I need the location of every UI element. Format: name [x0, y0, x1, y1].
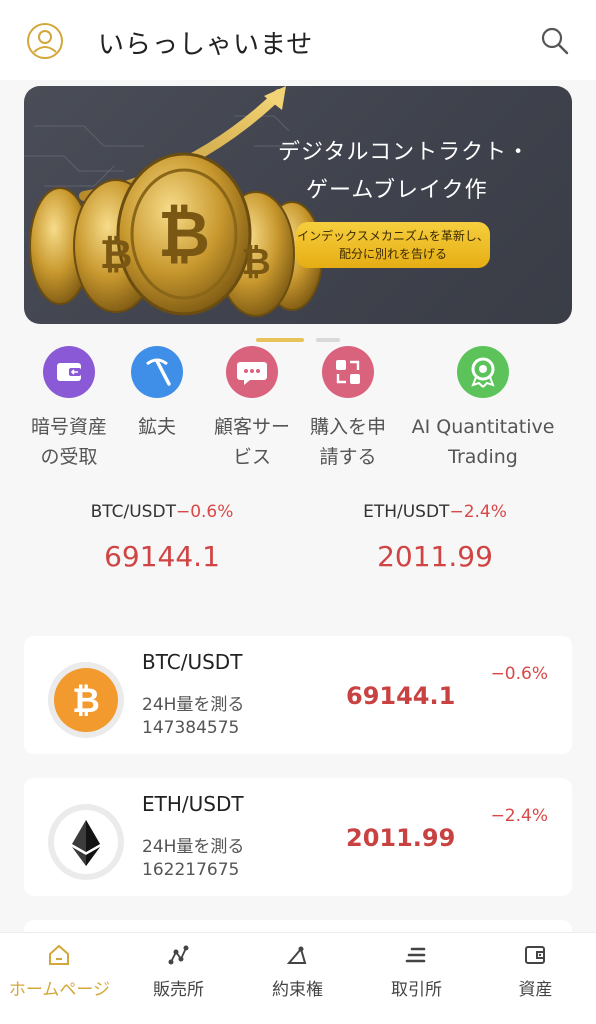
market-price: 2011.99 [346, 824, 456, 852]
svg-text:₿: ₿ [100, 233, 133, 277]
list-icon [405, 947, 426, 963]
bitcoin-icon: ₿ [48, 662, 124, 738]
ticker-change: −0.6% [175, 502, 234, 522]
ticker-price: 2011.99 [377, 540, 493, 573]
user-circle-icon[interactable] [26, 22, 64, 60]
quick-action-miner[interactable]: 鉱夫 [122, 346, 192, 442]
market-card-eth[interactable]: ETH/USDT 24H量を測る 162217675 2011.99 −2.4% [24, 778, 572, 896]
market-change: −0.6% [490, 664, 548, 684]
svg-text:₿: ₿ [72, 682, 100, 720]
greeting-title: いらっしゃいませ [98, 30, 314, 60]
banner-tagline: インデックスメカニズムを革新し、 配分に別れを告げる [296, 222, 490, 268]
tab-assets[interactable]: 資産 [476, 933, 595, 1024]
chat-bubble-icon [226, 346, 278, 398]
tab-sales[interactable]: 販売所 [119, 933, 238, 1024]
promo-banner[interactable]: ₿ ₿ ₿ [24, 86, 572, 324]
market-card-btc[interactable]: ₿ BTC/USDT 24H量を測る 147384575 69144.1 −0.… [24, 636, 572, 754]
ticker-pair: ETH/USDT [363, 502, 450, 522]
robot-badge-icon [457, 346, 509, 398]
ticker-price: 69144.1 [104, 540, 220, 573]
volume-value: 147384575 [142, 718, 240, 738]
bottom-tab-bar: ホームページ 販売所 約束権 取引所 資産 [0, 932, 596, 1024]
home-icon [49, 944, 69, 965]
market-pair: ETH/USDT [142, 792, 244, 816]
home-page: いらっしゃいませ ₿ ₿ ₿ デジタルコントラクト・ ゲームブレイク作 インデッ… [0, 0, 596, 1024]
quick-action-customer-service[interactable]: 顧客サー ビス [206, 346, 298, 472]
volume-value: 162217675 [142, 860, 240, 880]
triangle-icon [286, 946, 307, 964]
volume-label: 24H量を測る [142, 695, 245, 715]
carousel-dot-active[interactable] [256, 338, 304, 342]
market-price: 69144.1 [346, 682, 456, 710]
exchange-icon [322, 346, 374, 398]
ticker-eth[interactable]: ETH/USDT−2.4% 2011.99 [330, 502, 540, 573]
wallet-icon [43, 346, 95, 398]
pickaxe-icon [131, 346, 183, 398]
svg-text:₿: ₿ [158, 198, 210, 270]
wallet-outline-icon [525, 946, 545, 964]
top-header: いらっしゃいませ [0, 0, 596, 80]
quick-action-receive-crypto[interactable]: 暗号資産 の受取 [24, 346, 114, 472]
carousel-dot[interactable] [316, 338, 340, 342]
nodes-icon [168, 945, 189, 965]
quick-action-ai-trading[interactable]: AI Quantitative Trading [408, 346, 558, 472]
tab-contract[interactable]: 約束権 [238, 933, 357, 1024]
quick-action-purchase-request[interactable]: 購入を申 請する [302, 346, 394, 472]
search-icon[interactable] [540, 26, 570, 56]
ticker-btc[interactable]: BTC/USDT−0.6% 69144.1 [62, 502, 262, 573]
market-change: −2.4% [490, 806, 548, 826]
banner-title-line2: ゲームブレイク作 [306, 178, 488, 203]
svg-text:₿: ₿ [241, 241, 270, 282]
volume-label: 24H量を測る [142, 837, 245, 857]
tab-home[interactable]: ホームページ [0, 933, 119, 1024]
ticker-change: −2.4% [449, 502, 507, 522]
market-pair: BTC/USDT [142, 650, 243, 674]
banner-title-line1: デジタルコントラクト・ [278, 140, 531, 165]
banner-coins-illustration: ₿ ₿ ₿ [24, 86, 323, 317]
ethereum-icon [48, 804, 124, 880]
ticker-pair: BTC/USDT [90, 502, 176, 522]
tab-exchange[interactable]: 取引所 [357, 933, 476, 1024]
